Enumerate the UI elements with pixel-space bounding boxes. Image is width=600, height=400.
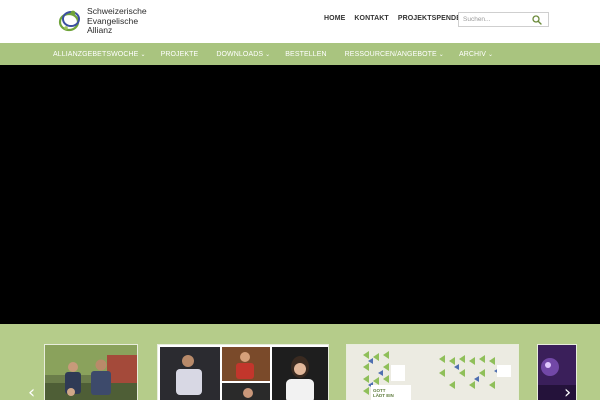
chevron-down-icon: ⌄ (265, 51, 271, 58)
carousel-card-poster[interactable]: GOTT LÄDT EIN (346, 344, 519, 400)
nav-item-bestellen[interactable]: BESTELLEN (285, 51, 326, 58)
logo-wordmark: Schweizerische Evangelische Allianz (87, 6, 147, 36)
video-player[interactable] (0, 65, 600, 324)
carousel-card-speaker-collage[interactable] (157, 344, 329, 400)
main-navigation: ALLIANZGEBETSWOCHE ⌄ PROJEKTE DOWNLOADS … (0, 43, 600, 65)
search-input[interactable] (463, 14, 531, 25)
nav-item-label: DOWNLOADS (216, 50, 264, 58)
nav-projektspenden-link[interactable]: PROJEKTSPENDEN (398, 15, 466, 22)
chevron-down-icon: ⌄ (438, 51, 444, 58)
poster-caption: GOTT LÄDT EIN (373, 388, 394, 398)
featured-carousel: GOTT LÄDT EIN ‹ › (0, 324, 600, 400)
chevron-left-icon[interactable]: ‹ (28, 382, 35, 400)
chevron-down-icon: ⌄ (140, 51, 146, 58)
group-photo (45, 345, 137, 400)
nav-item-projekte[interactable]: PROJEKTE (161, 51, 199, 58)
nav-item-downloads[interactable]: DOWNLOADS ⌄ (216, 51, 270, 58)
nav-item-allianzgebetswoche[interactable]: ALLIANZGEBETSWOCHE ⌄ (53, 51, 146, 58)
nav-item-archiv[interactable]: ARCHIV ⌄ (459, 51, 493, 58)
speaker-collage (158, 345, 328, 400)
poster-line-2: LÄDT EIN (373, 393, 394, 398)
chevron-down-icon: ⌄ (488, 51, 494, 58)
nav-item-label: BESTELLEN (285, 50, 327, 58)
nav-item-label: ALLIANZGEBETSWOCHE (53, 50, 139, 58)
search-icon[interactable] (532, 15, 542, 25)
nav-item-ressourcen-angebote[interactable]: RESSOURCEN/ANGEBOTE ⌄ (345, 51, 444, 58)
nav-item-label: ARCHIV (458, 50, 486, 58)
search-box (458, 12, 549, 27)
logo-line-3: Allianz (87, 25, 113, 35)
sea-logo-icon (58, 10, 80, 32)
site-header: Schweizerische Evangelische Allianz HOME… (0, 0, 600, 43)
nav-kontakt-link[interactable]: KONTAKT (354, 15, 388, 22)
nav-item-label: RESSOURCEN/ANGEBOTE (344, 50, 437, 58)
chevron-right-icon[interactable]: › (564, 382, 571, 400)
carousel-card-group-photo[interactable] (44, 344, 138, 400)
nav-item-label: PROJEKTE (160, 50, 199, 58)
top-navigation: HOME KONTAKT PROJEKTSPENDEN (324, 15, 466, 22)
nav-home-link[interactable]: HOME (324, 15, 345, 22)
site-logo[interactable]: Schweizerische Evangelische Allianz (57, 6, 147, 36)
